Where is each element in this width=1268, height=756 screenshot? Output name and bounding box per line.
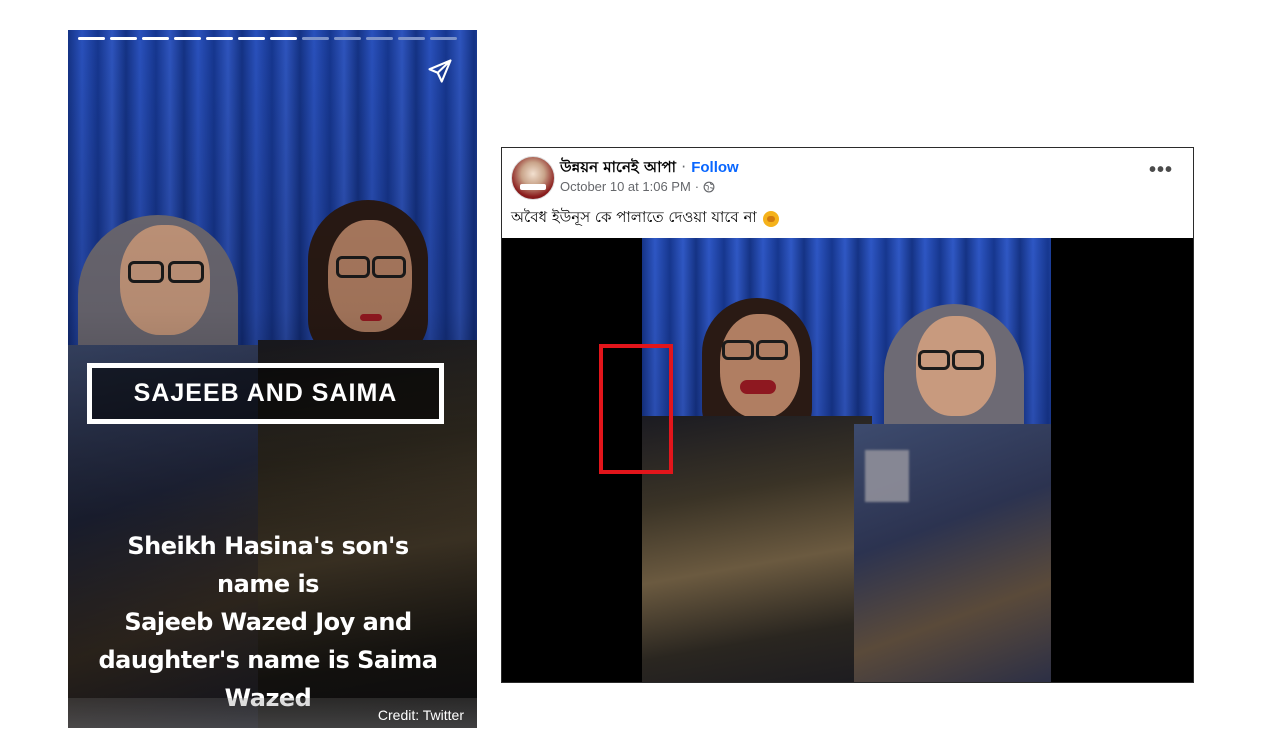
separator-dot: · (694, 179, 700, 194)
caption-line: Sheikh Hasina's son's name is (127, 532, 409, 598)
progress-segment (398, 37, 425, 40)
progress-segment (270, 37, 297, 40)
fist-emoji-icon (762, 210, 779, 227)
post-photo (642, 238, 1051, 682)
progress-segment (430, 37, 457, 40)
photo-person-left (642, 298, 872, 682)
post-meta: October 10 at 1:06 PM · (560, 179, 715, 194)
photo-credit: Credit: Twitter (377, 707, 464, 723)
post-timestamp[interactable]: October 10 at 1:06 PM (560, 179, 691, 194)
progress-segment (366, 37, 393, 40)
globe-icon[interactable] (703, 181, 715, 193)
progress-segment (302, 37, 329, 40)
caption-line: daughter's name is Saima (98, 646, 439, 674)
separator-dot: · (681, 158, 686, 176)
blurred-region (865, 450, 909, 502)
story-caption: Sheikh Hasina's son's name is Sajeeb Waz… (88, 527, 448, 717)
page-avatar[interactable] (511, 156, 555, 200)
post-header: উন্নয়ন মানেই আপা · Follow (560, 156, 739, 181)
story-title: SAJEEB AND SAIMA (133, 379, 398, 407)
progress-segment (174, 37, 201, 40)
facebook-post: উন্নয়ন মানেই আপা · Follow October 10 at… (501, 147, 1194, 683)
story-panel: SAJEEB AND SAIMA Sheikh Hasina's son's n… (68, 30, 477, 728)
page-name-link[interactable]: উন্নয়ন মানেই আপা (560, 158, 676, 176)
caption-line: Sajeeb Wazed Joy and (124, 608, 412, 636)
more-options-icon[interactable]: ••• (1149, 160, 1173, 180)
progress-segment (78, 37, 105, 40)
progress-segment (238, 37, 265, 40)
progress-segment (206, 37, 233, 40)
post-body: অবৈধ ইউনূস কে পালাতে দেওয়া যাবে না (511, 206, 779, 231)
send-icon[interactable] (426, 57, 454, 85)
progress-segment (142, 37, 169, 40)
story-progress-bar (78, 37, 459, 40)
highlight-box (599, 344, 673, 474)
story-title-box: SAJEEB AND SAIMA (87, 363, 444, 424)
progress-segment (334, 37, 361, 40)
post-image[interactable] (502, 238, 1193, 682)
post-text: অবৈধ ইউনূস কে পালাতে দেওয়া যাবে না (511, 208, 757, 226)
progress-segment (110, 37, 137, 40)
follow-button[interactable]: Follow (691, 159, 739, 176)
